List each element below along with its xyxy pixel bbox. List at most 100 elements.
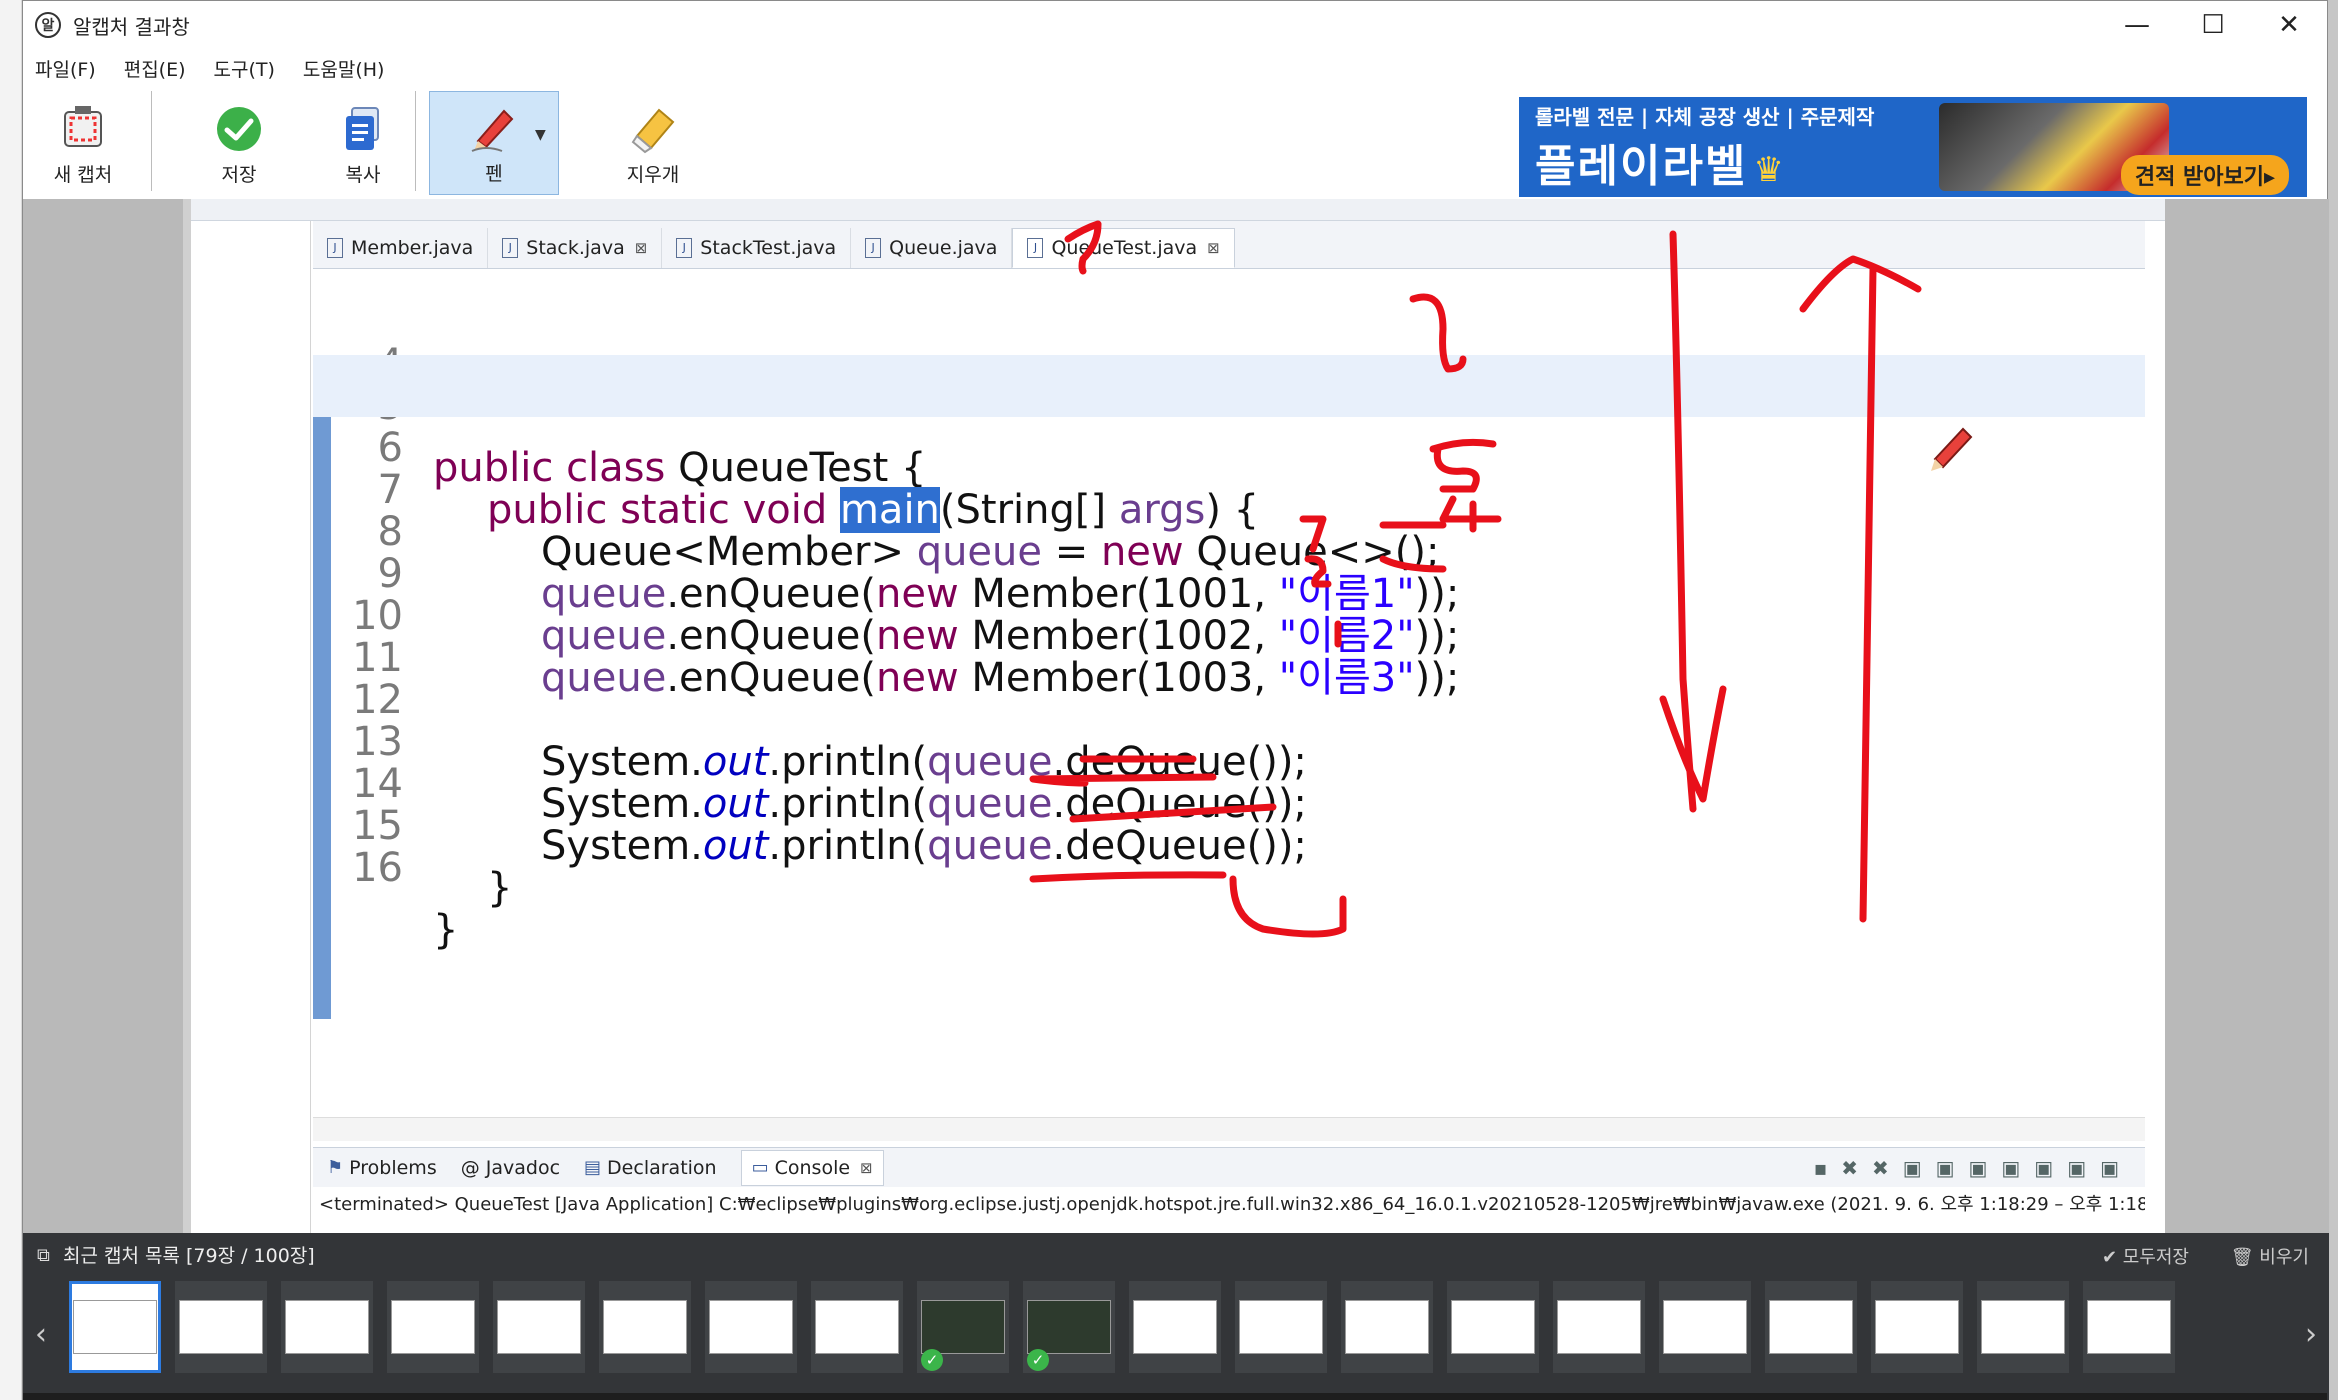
minimize-button[interactable]: — — [2099, 1, 2175, 49]
tab-label: Console — [774, 1156, 851, 1179]
capture-thumbnail[interactable] — [705, 1281, 797, 1373]
tab-stack-java[interactable]: J Stack.java ⊠ — [488, 228, 663, 268]
code-text: } — [487, 865, 513, 911]
capture-thumbnail[interactable] — [69, 1281, 161, 1373]
pen-icon — [471, 109, 514, 152]
capture-thumbnail[interactable] — [493, 1281, 585, 1373]
horizontal-scrollbar[interactable] — [313, 1117, 2145, 1141]
ad-banner[interactable]: 롤라벨 전문 | 자체 공장 생산 | 주문제작 플레이라벨 ♛ 견적 받아보기▸ — [1519, 97, 2307, 197]
ad-text-block: 롤라벨 전문 | 자체 공장 생산 | 주문제작 플레이라벨 ♛ — [1519, 101, 1874, 194]
capture-thumbnail[interactable] — [1977, 1281, 2069, 1373]
capture-right-margin — [2163, 199, 2329, 1233]
new-capture-label: 새 캡처 — [53, 164, 113, 186]
captured-image-canvas[interactable]: J Member.java J Stack.java ⊠ J StackTest.jav… — [23, 199, 2329, 1233]
capture-thumbnail[interactable] — [1553, 1281, 1645, 1373]
menu-edit[interactable]: 편집(E) — [124, 55, 186, 82]
capture-thumbnail[interactable] — [2083, 1281, 2175, 1373]
toolbar-divider — [415, 91, 416, 191]
capture-thumbnail[interactable]: ✓ — [917, 1281, 1009, 1373]
tab-close-icon[interactable]: ⊠ — [1207, 239, 1220, 257]
eraser-icon — [631, 108, 675, 154]
status-bar — [23, 1393, 2327, 1400]
menu-bar: 파일(F) 편집(E) 도구(T) 도움말(H) — [23, 49, 2327, 87]
thumbnail-image — [1133, 1300, 1217, 1354]
tab-label: Queue.java — [889, 237, 998, 259]
capture-thumbnail[interactable] — [1765, 1281, 1857, 1373]
capture-thumbnail[interactable] — [1871, 1281, 1963, 1373]
thumbnail-image — [1239, 1300, 1323, 1354]
capture-thumbnail[interactable]: ✓ — [1023, 1281, 1115, 1373]
capture-thumbnail[interactable] — [281, 1281, 373, 1373]
capture-thumbnail[interactable] — [1341, 1281, 1433, 1373]
tab-close-icon[interactable]: ⊠ — [635, 239, 648, 257]
check-icon — [217, 107, 261, 151]
tab-label: Problems — [349, 1156, 437, 1179]
save-label: 저장 — [221, 164, 257, 186]
tab-queue-java[interactable]: J Queue.java — [851, 228, 1013, 268]
window-controls: — ☐ ✕ — [2099, 1, 2327, 49]
eraser-label: 지우개 — [626, 164, 680, 186]
ad-brand: 플레이라벨 — [1535, 140, 1748, 192]
app-capture-icon: 알 — [35, 12, 61, 38]
bottom-view-tabs: ⚑ Problems @ Javadoc ▤ Declaration ▭ Consol… — [313, 1147, 2145, 1187]
tab-label: Declaration — [607, 1156, 717, 1179]
capture-thumbnail[interactable] — [1129, 1281, 1221, 1373]
tab-close-icon[interactable]: ⊠ — [860, 1159, 873, 1177]
capture-thumbnail[interactable] — [1447, 1281, 1539, 1373]
crown-icon: ♛ — [1753, 149, 1784, 190]
capture-thumbnail[interactable] — [811, 1281, 903, 1373]
tab-label: @ Javadoc — [460, 1156, 561, 1179]
menu-tools[interactable]: 도구(T) — [214, 55, 275, 82]
tab-member-java[interactable]: J Member.java — [313, 228, 489, 268]
capture-left-margin — [23, 199, 183, 1233]
console-toolbar-icons[interactable]: ▪✖✖▣▣▣▣▣▣▣ — [1814, 1156, 2133, 1180]
eclipse-toolbar — [191, 199, 2165, 221]
thumbnail-image — [391, 1300, 475, 1354]
capture-thumbnail[interactable] — [175, 1281, 267, 1373]
code-editor: 4 5 public class QueueTest { 6 public st… — [313, 271, 2145, 1119]
maximize-button[interactable]: ☐ — [2175, 1, 2251, 49]
pen-button[interactable]: 펜 — [429, 91, 559, 195]
scroll-right-arrow-icon[interactable]: › — [2305, 1317, 2317, 1352]
eraser-button[interactable]: 지우개 — [605, 91, 701, 195]
java-file-icon: J — [676, 238, 693, 258]
tab-label: Stack.java — [526, 237, 625, 259]
tab-queuetest-java[interactable]: J QueueTest.java ⊠ — [1012, 228, 1235, 268]
tab-javadoc[interactable]: @ Javadoc — [461, 1157, 560, 1179]
menu-help[interactable]: 도움말(H) — [303, 55, 385, 82]
title-bar[interactable]: 알 알캡처 결과창 — ☐ ✕ — [23, 1, 2327, 49]
scroll-left-arrow-icon[interactable]: ‹ — [35, 1317, 47, 1352]
thumbnail-image — [497, 1300, 581, 1354]
ad-cta-button[interactable]: 견적 받아보기▸ — [2120, 155, 2289, 195]
tab-label: StackTest.java — [700, 237, 837, 259]
copy-button[interactable]: 복사 — [323, 91, 403, 195]
tab-label: QueueTest.java — [1051, 237, 1198, 259]
tab-problems[interactable]: ⚑ Problems — [327, 1157, 437, 1179]
thumbnail-image — [1875, 1300, 1959, 1354]
thumbnail-image — [1027, 1300, 1111, 1354]
pen-dropdown-chevron-icon[interactable]: ▼ — [535, 127, 546, 143]
tab-stacktest-java[interactable]: J StackTest.java — [662, 228, 852, 268]
new-capture-button[interactable]: 새 캡처 — [37, 91, 129, 195]
thumbnail-image — [709, 1300, 793, 1354]
capture-thumbnail[interactable] — [1235, 1281, 1327, 1373]
thumbnail-image — [285, 1300, 369, 1354]
console-output: <terminated> QueueTest [Java Application… — [313, 1187, 2145, 1233]
java-file-icon: J — [502, 238, 519, 258]
thumbnail-image — [603, 1300, 687, 1354]
save-all-button[interactable]: ✔ 모두저장 — [2102, 1243, 2189, 1269]
capture-thumbnail[interactable] — [599, 1281, 691, 1373]
capture-thumbnail[interactable] — [387, 1281, 479, 1373]
java-file-icon: J — [1027, 238, 1044, 258]
menu-file[interactable]: 파일(F) — [35, 55, 96, 82]
clear-button[interactable]: 🗑 비우기 — [2231, 1243, 2309, 1269]
main-toolbar: 새 캡처 저장 복사 펜 ▼ 지우개 롤라벨 전문 | 자체 공장 생산 | 주… — [23, 87, 2327, 199]
ad-tagline: 롤라벨 전문 | 자체 공장 생산 | 주문제작 — [1535, 104, 1875, 129]
captures-list-icon: ⧉ — [37, 1245, 50, 1266]
close-button[interactable]: ✕ — [2251, 1, 2327, 49]
thumbnail-image — [1981, 1300, 2065, 1354]
tab-console[interactable]: ▭ Console ⊠ — [740, 1149, 884, 1186]
save-button[interactable]: 저장 — [199, 91, 279, 195]
tab-declaration[interactable]: ▤ Declaration — [584, 1157, 717, 1179]
capture-thumbnail[interactable] — [1659, 1281, 1751, 1373]
